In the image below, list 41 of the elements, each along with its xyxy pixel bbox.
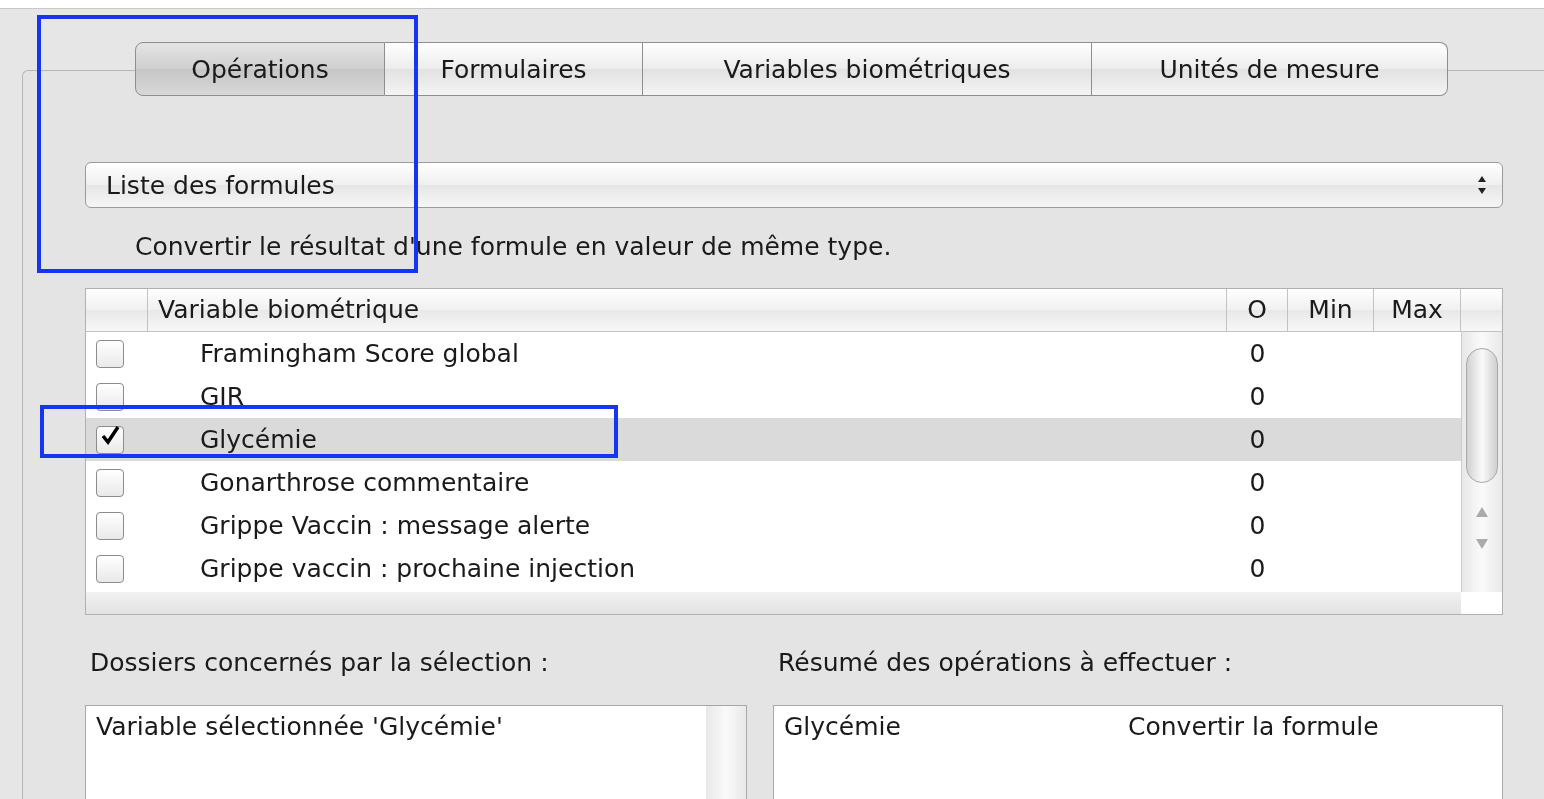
table-cell: 0 xyxy=(1249,425,1266,454)
checkbox[interactable] xyxy=(96,425,124,454)
scrollbar[interactable] xyxy=(1461,332,1502,592)
checkbox[interactable] xyxy=(96,339,124,368)
table-row[interactable]: Grippe vaccin : prochaine injection 0 xyxy=(86,547,1461,590)
checkbox[interactable] xyxy=(96,554,124,583)
panel-label: Résumé des opérations à effectuer : xyxy=(777,647,1234,679)
table-row[interactable]: Grippe Vaccin : message alerte 0 xyxy=(86,504,1461,547)
checkbox[interactable] xyxy=(96,468,124,497)
column-header[interactable]: Variable biométrique xyxy=(148,289,1227,331)
table-row[interactable]: Glycémie 0 xyxy=(86,418,1461,461)
tab[interactable]: Opérations xyxy=(135,42,385,96)
checkbox[interactable] xyxy=(96,511,124,540)
variable-name: Grippe vaccin : prochaine injection xyxy=(200,554,636,583)
list-item[interactable]: Variable sélectionnée 'Glycémie' xyxy=(96,708,696,746)
table-cell: 0 xyxy=(1249,339,1266,368)
horizontal-scrollbar[interactable] xyxy=(86,592,1461,614)
tab[interactable]: Variables biométriques xyxy=(643,42,1092,96)
variable-name: Framingham Score global xyxy=(200,339,519,368)
table-cell: 0 xyxy=(1249,382,1266,411)
table-cell: 0 xyxy=(1249,554,1266,583)
variable-name: Grippe Vaccin : message alerte xyxy=(200,511,591,540)
table-cell: 0 xyxy=(1249,511,1266,540)
tab[interactable]: Unités de mesure xyxy=(1092,42,1448,96)
variable-name: Gonarthrose commentaire xyxy=(200,468,530,497)
table-row[interactable]: Gonarthrose commentaire 0 xyxy=(86,461,1461,504)
variable-name: Glycémie xyxy=(200,425,317,454)
operation-item: Glycémie xyxy=(784,711,902,743)
operation-action: Convertir la formule xyxy=(1128,711,1379,743)
table-cell: 0 xyxy=(1249,468,1266,497)
column-header[interactable]: O xyxy=(1227,289,1288,331)
table-row[interactable]: Framingham Score global 0 xyxy=(86,332,1461,375)
tab[interactable]: Formulaires xyxy=(385,42,643,96)
column-header[interactable]: Max xyxy=(1374,289,1461,331)
panel-label: Dossiers concernés par la sélection : xyxy=(89,647,550,679)
column-header[interactable]: Min xyxy=(1288,289,1374,331)
variable-name: GIR xyxy=(200,382,245,411)
table-row[interactable]: GIR 0 xyxy=(86,375,1461,418)
formula-dropdown[interactable]: Liste des formules xyxy=(85,162,1503,208)
scroll-thumb[interactable] xyxy=(1466,348,1498,483)
stepper-arrows-icon xyxy=(1476,174,1488,196)
